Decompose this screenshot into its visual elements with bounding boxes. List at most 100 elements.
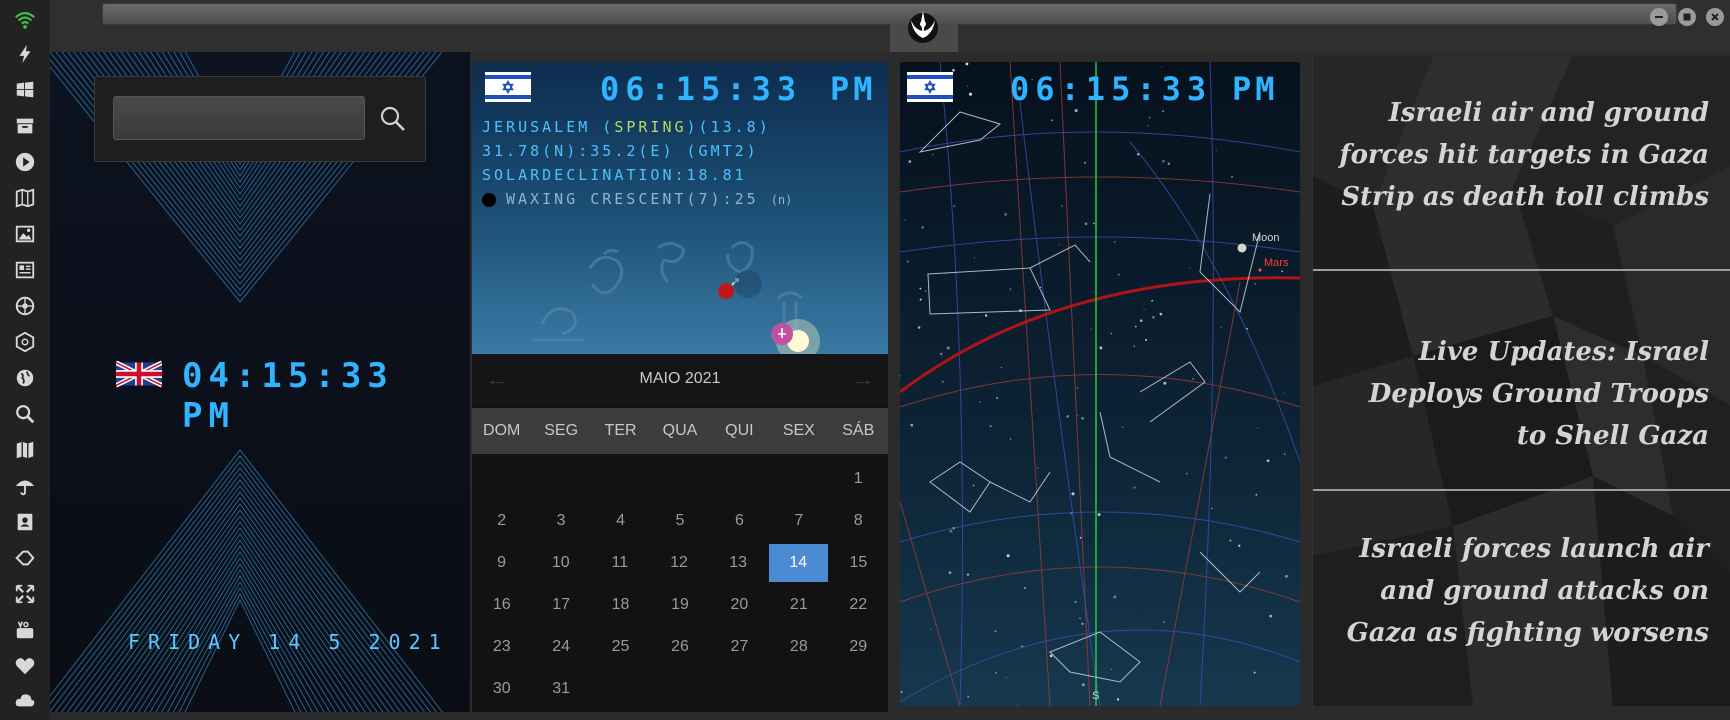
calendar-day[interactable]: 4: [591, 500, 650, 542]
search-box: [94, 76, 426, 162]
news-headline[interactable]: Israeli forces launch air and ground att…: [1333, 528, 1709, 654]
heart-icon[interactable]: [9, 650, 41, 682]
star: [966, 573, 970, 576]
calendar-day[interactable]: 31: [531, 668, 590, 710]
globe-icon[interactable]: [9, 362, 41, 394]
calendar-day[interactable]: 3: [531, 500, 590, 542]
calendar-day[interactable]: 14: [768, 544, 828, 582]
star: [1151, 299, 1154, 302]
search-input[interactable]: [113, 96, 365, 140]
star: [1159, 312, 1163, 316]
minimize-button[interactable]: [1650, 8, 1668, 26]
star: [1049, 654, 1053, 658]
umbrella-icon[interactable]: [9, 470, 41, 502]
windows-icon[interactable]: [9, 74, 41, 106]
calendar-day[interactable]: 8: [829, 500, 888, 542]
star: [1215, 149, 1217, 151]
news-headline[interactable]: Israeli air and ground forces hit target…: [1333, 92, 1709, 218]
calendar-day[interactable]: 23: [472, 626, 531, 668]
calendar-day[interactable]: 19: [650, 584, 709, 626]
star: [995, 672, 997, 674]
archive-icon[interactable]: [9, 110, 41, 142]
star: [1037, 467, 1039, 469]
calendar-day[interactable]: 20: [710, 584, 769, 626]
search-icon[interactable]: [9, 398, 41, 430]
calendar-day[interactable]: 12: [649, 542, 708, 584]
youtube-icon[interactable]: [9, 614, 41, 646]
weekday-label: TER: [604, 422, 637, 439]
next-month-button[interactable]: →: [852, 366, 874, 392]
map-book-icon[interactable]: [9, 182, 41, 214]
calendar-empty-cell: [710, 458, 769, 500]
wifi-icon[interactable]: [9, 4, 41, 36]
calendar-day[interactable]: 16: [472, 584, 531, 626]
star: [1099, 346, 1103, 350]
calendar-day[interactable]: 27: [710, 626, 769, 668]
power-icon[interactable]: [9, 38, 41, 70]
image-icon[interactable]: [9, 218, 41, 250]
star: [989, 425, 992, 428]
tag-icon[interactable]: [9, 542, 41, 574]
rebel-icon[interactable]: [9, 290, 41, 322]
calendar-empty-cell: [829, 668, 888, 710]
calendar-day[interactable]: 29: [829, 626, 888, 668]
play-icon[interactable]: [9, 146, 41, 178]
calendar-empty-cell: [591, 668, 650, 710]
calendar-day[interactable]: 28: [769, 626, 828, 668]
star: [1006, 677, 1008, 679]
star: [1009, 438, 1012, 440]
star: [1116, 698, 1120, 701]
calendar-day[interactable]: 17: [531, 584, 590, 626]
maximize-button[interactable]: [1678, 8, 1696, 26]
star: [1257, 427, 1259, 429]
weekday-label: SÁB: [842, 422, 875, 439]
star: [1162, 160, 1165, 163]
calendar-week-row: 1: [472, 458, 888, 500]
star: [972, 484, 975, 487]
star: [1040, 286, 1042, 288]
close-button[interactable]: [1706, 8, 1724, 26]
contacts-icon[interactable]: [9, 506, 41, 538]
calendar-day[interactable]: 24: [531, 626, 590, 668]
star: [1253, 671, 1256, 674]
news-icon[interactable]: [9, 254, 41, 286]
expand-icon[interactable]: [9, 578, 41, 610]
calendar-day[interactable]: 18: [591, 584, 650, 626]
calendar-day[interactable]: 7: [769, 500, 828, 542]
calendar-day[interactable]: 11: [590, 542, 649, 584]
calendar-day[interactable]: 21: [769, 584, 828, 626]
search-button[interactable]: [373, 99, 413, 139]
calendar-day[interactable]: 15: [829, 542, 888, 584]
cloud-icon[interactable]: [9, 684, 41, 716]
calendar-day[interactable]: 22: [829, 584, 888, 626]
calendar-day[interactable]: 5: [650, 500, 709, 542]
title-bar: [50, 0, 1730, 52]
calendar-day[interactable]: 1: [829, 458, 888, 500]
star: [948, 571, 952, 575]
calendar-day[interactable]: 26: [650, 626, 709, 668]
star: [1081, 416, 1084, 420]
star: [1161, 66, 1163, 68]
weekday-label: QUA: [662, 422, 698, 439]
star: [1076, 387, 1078, 389]
news-headline[interactable]: Live Updates: Israel Deploys Ground Troo…: [1333, 331, 1709, 457]
address-bar[interactable]: [102, 3, 1677, 25]
star: [1161, 110, 1165, 113]
calendar-day[interactable]: 25: [591, 626, 650, 668]
map-icon[interactable]: [9, 434, 41, 466]
star: [1167, 162, 1170, 165]
israel-flag-icon: [907, 72, 953, 102]
rebel-alliance-logo-icon: [908, 11, 938, 43]
calendar-day[interactable]: 13: [709, 542, 768, 584]
calendar-day[interactable]: 2: [472, 500, 531, 542]
calendar-day[interactable]: 6: [710, 500, 769, 542]
calendar-day[interactable]: 30: [472, 668, 531, 710]
sky-map-panel: Moon Mars S 06:15:33 PM: [900, 62, 1300, 706]
star: [1163, 381, 1167, 385]
calendar-day[interactable]: 10: [531, 542, 590, 584]
jerusalem-ampm: PM: [830, 70, 877, 108]
star: [984, 314, 988, 317]
calendar-header: ← MAIO 2021 →: [472, 354, 888, 404]
empire-icon[interactable]: [9, 326, 41, 358]
calendar-day[interactable]: 9: [472, 542, 531, 584]
